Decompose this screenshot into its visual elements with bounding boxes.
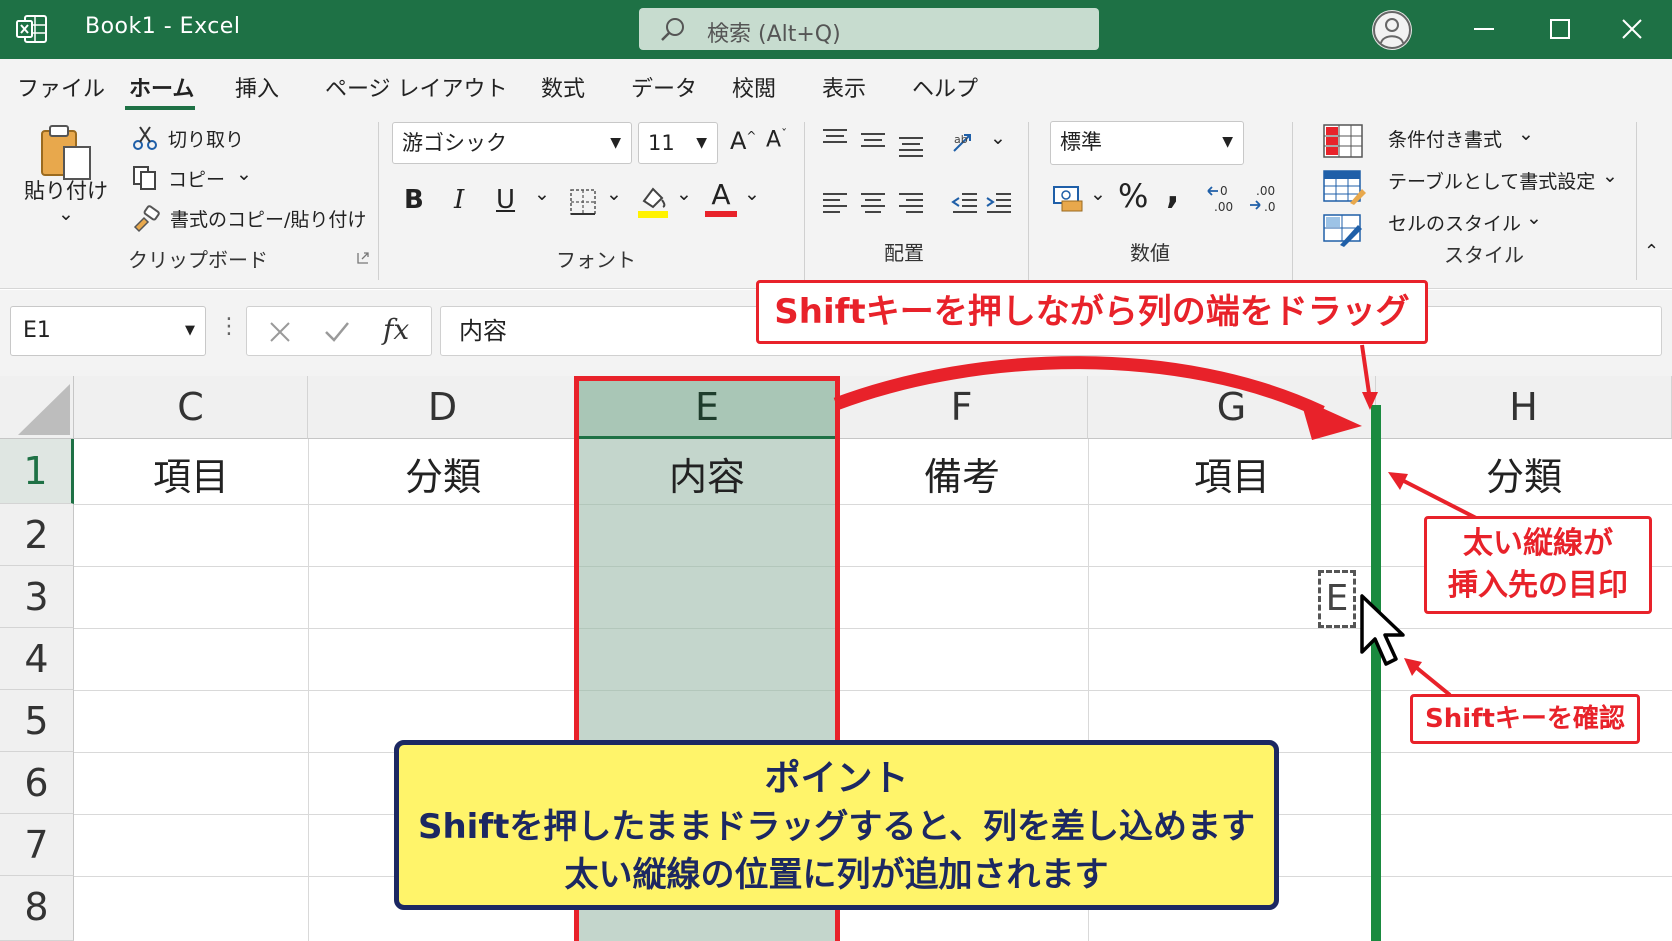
- point-box: ポイント Shiftを押したままドラッグすると、列を差し込めます 太い縦線の位置…: [394, 740, 1279, 910]
- insert-line-callout-line1: 太い縦線が: [1463, 526, 1613, 561]
- shift-callout: Shiftキーを確認: [1410, 694, 1640, 744]
- top-callout: Shiftキーを押しながら列の端をドラッグ: [756, 280, 1428, 344]
- point-line2: 太い縦線の位置に列が追加されます: [564, 855, 1109, 895]
- point-title: ポイント: [764, 758, 909, 799]
- point-line1: Shiftを押したままドラッグすると、列を差し込めます: [417, 807, 1255, 847]
- insert-line-callout-line2: 挿入先の目印: [1448, 568, 1628, 603]
- insert-line-callout: 太い縦線が 挿入先の目印: [1424, 516, 1652, 614]
